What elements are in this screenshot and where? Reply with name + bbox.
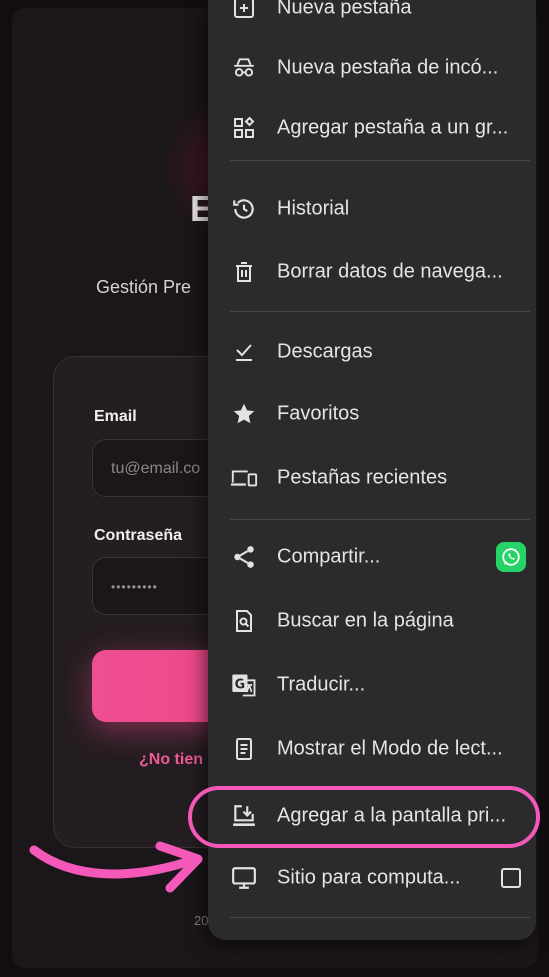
menu-divider bbox=[230, 519, 530, 520]
menu-divider bbox=[230, 917, 530, 918]
menu-item-incognito[interactable]: Nueva pestaña de incó... bbox=[208, 38, 536, 98]
menu-item-desktop-site[interactable]: Sitio para computa... bbox=[208, 848, 536, 908]
menu-item-reader-mode[interactable]: Mostrar el Modo de lect... bbox=[208, 719, 536, 779]
app-subtitle: Gestión Pre bbox=[96, 277, 192, 297]
find-in-page-icon bbox=[230, 607, 258, 635]
menu-item-label: Mostrar el Modo de lect... bbox=[277, 737, 503, 760]
menu-item-label: Agregar pestaña a un gr... bbox=[277, 116, 509, 139]
footer-text: 20 bbox=[194, 913, 209, 928]
signup-link[interactable]: ¿No tien bbox=[139, 751, 203, 769]
menu-item-clear-data[interactable]: Borrar datos de navega... bbox=[208, 242, 536, 302]
annotation-arrow-icon bbox=[29, 841, 203, 893]
menu-item-history[interactable]: Historial bbox=[208, 179, 536, 239]
menu-item-translate[interactable]: G Traducir... bbox=[208, 655, 536, 715]
menu-item-label: Favoritos bbox=[277, 402, 360, 425]
reader-mode-icon bbox=[230, 735, 258, 763]
menu-item-bookmarks[interactable]: Favoritos bbox=[208, 384, 536, 444]
menu-item-downloads[interactable]: Descargas bbox=[208, 322, 536, 382]
menu-item-label: Nueva pestaña bbox=[277, 0, 412, 19]
menu-item-find-in-page[interactable]: Buscar en la página bbox=[208, 591, 536, 651]
devices-icon bbox=[230, 464, 258, 492]
menu-item-label: Pestañas recientes bbox=[277, 466, 448, 489]
menu-item-label: Compartir... bbox=[277, 545, 381, 568]
email-label: Email bbox=[94, 408, 137, 425]
desktop-icon bbox=[230, 864, 258, 892]
translate-icon: G bbox=[230, 671, 258, 699]
menu-item-label: Borrar datos de navega... bbox=[277, 260, 503, 283]
star-icon bbox=[230, 400, 258, 428]
menu-item-label: Buscar en la página bbox=[277, 609, 454, 632]
incognito-icon bbox=[230, 54, 258, 82]
whatsapp-icon[interactable] bbox=[496, 542, 526, 572]
menu-item-label: Historial bbox=[277, 197, 350, 220]
menu-item-new-tab[interactable]: Nueva pestaña bbox=[208, 0, 536, 38]
menu-item-add-to-group[interactable]: Agregar pestaña a un gr... bbox=[208, 98, 536, 158]
menu-item-label: Sitio para computa... bbox=[277, 866, 461, 889]
menu-item-share[interactable]: Compartir... bbox=[208, 527, 536, 587]
menu-item-label: Descargas bbox=[277, 340, 373, 363]
password-label: Contraseña bbox=[94, 527, 183, 544]
new-tab-icon bbox=[230, 0, 258, 22]
desktop-site-checkbox[interactable] bbox=[501, 868, 521, 888]
menu-item-label: Nueva pestaña de incó... bbox=[277, 56, 499, 79]
menu-divider bbox=[230, 160, 530, 161]
share-icon bbox=[230, 543, 258, 571]
menu-item-label: Traducir... bbox=[277, 673, 366, 696]
menu-divider bbox=[230, 311, 530, 312]
menu-item-recent-tabs[interactable]: Pestañas recientes bbox=[208, 448, 536, 508]
trash-icon bbox=[230, 258, 258, 286]
history-icon bbox=[230, 195, 258, 223]
highlight-outline bbox=[188, 786, 540, 848]
tab-group-icon bbox=[230, 114, 258, 142]
download-icon bbox=[230, 338, 258, 366]
